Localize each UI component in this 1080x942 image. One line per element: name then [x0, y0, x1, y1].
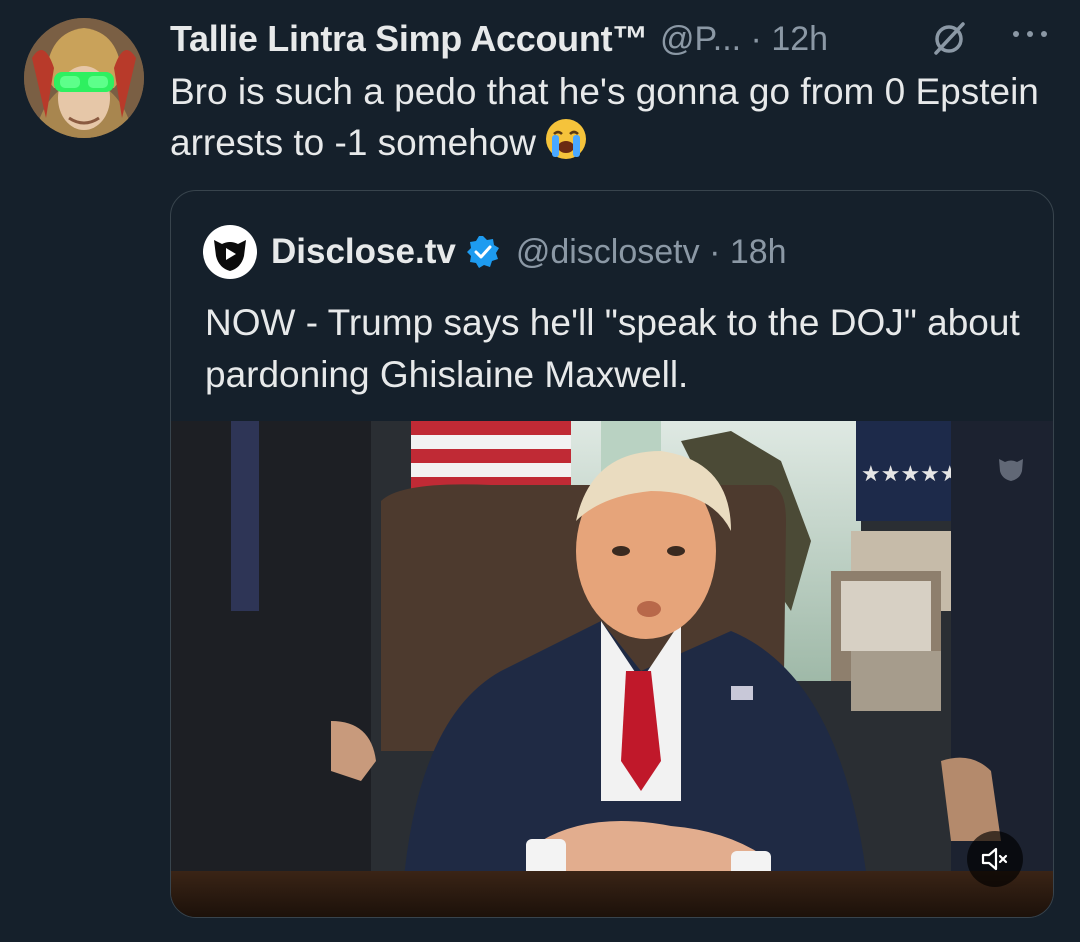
quoted-tweet-text: NOW - Trump says he'll "speak to the DOJ…: [205, 302, 1020, 395]
quoted-display-name[interactable]: Disclose.tv: [271, 232, 456, 272]
avatar-image: [24, 18, 144, 138]
quoted-handle[interactable]: @disclosetv · 18h: [516, 233, 787, 272]
tweet-text: Bro is such a pedo that he's gonna go fr…: [170, 66, 1050, 174]
avatar[interactable]: [24, 18, 144, 138]
mute-icon[interactable]: [967, 831, 1023, 887]
quoted-time: · 18h: [709, 232, 787, 271]
video-frame: ★★★★★: [171, 421, 1053, 917]
loudly-crying-face-icon: [544, 117, 588, 174]
quoted-tweet-header: Disclose.tv @disclosetv · 18h: [203, 225, 787, 279]
svg-text:★★★★★: ★★★★★: [861, 462, 960, 487]
quoted-handle-text: @disclosetv: [515, 232, 700, 271]
display-name[interactable]: Tallie Lintra Simp Account™: [170, 18, 648, 60]
grok-icon[interactable]: [930, 18, 970, 58]
disclosetv-logo-icon[interactable]: [203, 225, 257, 279]
quoted-tweet-card[interactable]: Disclose.tv @disclosetv · 18h NOW - Trum…: [170, 190, 1054, 918]
handle-time[interactable]: @P... · 12h: [660, 20, 828, 59]
more-options-icon[interactable]: [1000, 14, 1060, 54]
verified-badge-icon: [466, 235, 500, 269]
video-player[interactable]: ★★★★★: [171, 421, 1053, 917]
tweet-body: Bro is such a pedo that he's gonna go fr…: [170, 71, 1039, 163]
